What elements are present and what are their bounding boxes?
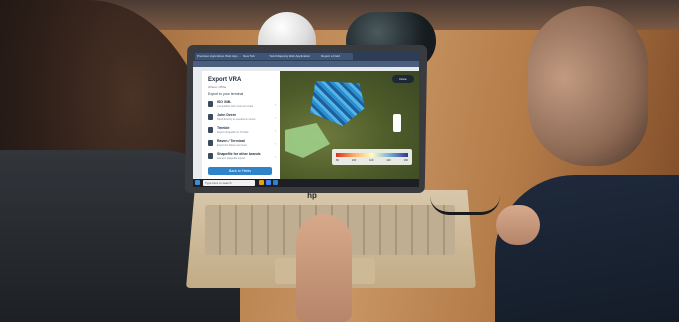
legend-value: 100	[351, 159, 357, 162]
option-label: Shapefile for other brands	[217, 152, 261, 156]
folder-icon[interactable]	[259, 180, 264, 185]
browser-tab[interactable]: Yield Mapping Web Application	[267, 53, 321, 60]
chevron-right-icon: ›	[274, 115, 276, 120]
legend-values: 80 100 120 140 160	[336, 159, 408, 162]
export-option-trimble[interactable]: Trimble Export shapefile for Trimble ›	[208, 125, 276, 138]
panel-section-heading: Export to your terminal	[208, 92, 244, 96]
photo-scene: hp Precision Agriculture Web App - ... N…	[0, 0, 679, 322]
option-desc: Generic shapefile export	[217, 157, 246, 160]
option-desc: Compatible with most terminals	[217, 105, 254, 108]
option-label: Trimble	[217, 126, 230, 130]
mail-icon[interactable]	[273, 180, 278, 185]
vra-zone-overlay	[310, 81, 365, 126]
windows-taskbar: Type here to search	[193, 179, 419, 187]
browser-tab[interactable]: Precision Agriculture Web App - ...	[195, 53, 243, 60]
legend-value: 120	[369, 159, 374, 162]
browser-tab[interactable]: New Tab	[241, 53, 269, 60]
option-desc: Export for Raven terminal	[217, 144, 247, 147]
option-desc: Send directly to operations center	[217, 118, 256, 121]
legend-value: 80	[336, 159, 339, 162]
tractor-icon	[208, 114, 213, 120]
chevron-right-icon: ›	[274, 128, 276, 133]
export-panel: Export VRA Wheat • 85ha Export to your t…	[202, 71, 280, 179]
chevron-right-icon: ›	[274, 141, 276, 146]
export-option-shapefile[interactable]: Shapefile for other brands Generic shape…	[208, 151, 276, 164]
terminal-icon	[208, 140, 213, 146]
option-desc: Export shapefile for Trimble	[217, 131, 249, 134]
option-label: Raven / Terminal	[217, 139, 245, 143]
folder-icon	[208, 153, 213, 159]
panel-title: Export VRA	[208, 77, 242, 83]
panel-subtitle: Wheat • 85ha	[208, 85, 227, 89]
file-icon	[208, 101, 213, 107]
browser-icon[interactable]	[266, 180, 271, 185]
zoom-control[interactable]	[393, 114, 401, 132]
terminal-icon	[208, 127, 213, 133]
legend-value: 140	[386, 159, 391, 162]
man-head	[528, 6, 648, 166]
back-to-fields-button[interactable]: Back to Fields	[208, 167, 272, 175]
power-cable	[430, 196, 500, 215]
app-sidebar-rail	[193, 71, 202, 179]
browser-tab[interactable]: Report a Field	[319, 53, 353, 60]
windows-start-icon[interactable]	[195, 180, 200, 185]
taskbar-search-input[interactable]: Type here to search	[203, 180, 255, 186]
export-option-raven[interactable]: Raven / Terminal Export for Raven termin…	[208, 138, 276, 151]
laptop-logo: hp	[307, 191, 317, 200]
export-option-john-deere[interactable]: John Deere Send directly to operations c…	[208, 112, 276, 125]
map-done-button[interactable]: Done	[392, 75, 414, 83]
legend-color-scale	[336, 153, 408, 157]
man-shirt	[495, 175, 679, 322]
option-label: John Deere	[217, 113, 237, 117]
woman-hand	[296, 214, 352, 322]
export-option-iso-xml[interactable]: ISO XML Compatible with most terminals ›	[208, 99, 276, 112]
laptop-screen: Precision Agriculture Web App - ... New …	[193, 52, 419, 187]
chevron-right-icon: ›	[274, 102, 276, 107]
legend-value: 160	[403, 159, 408, 162]
rate-legend: 80 100 120 140 160	[332, 149, 412, 165]
option-label: ISO XML	[217, 100, 232, 104]
selected-field-overlay	[285, 123, 330, 158]
man-hand	[496, 205, 540, 245]
browser-tab-bar: Precision Agriculture Web App - ... New …	[193, 52, 419, 61]
chevron-right-icon: ›	[274, 154, 276, 159]
